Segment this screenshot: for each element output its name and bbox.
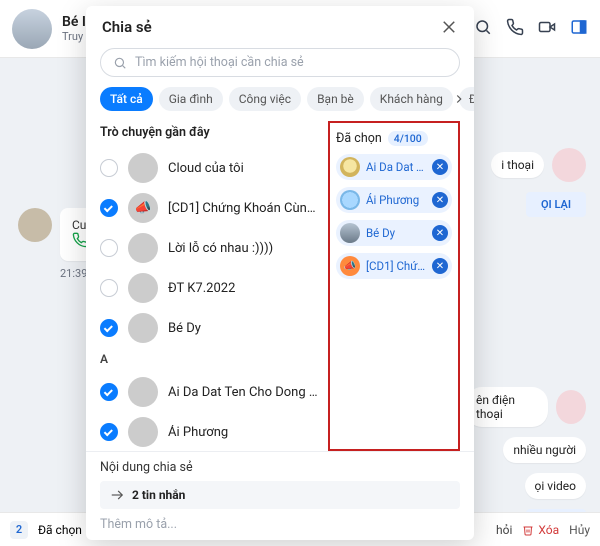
avatar-icon xyxy=(128,313,158,343)
chip-avatar-icon xyxy=(340,190,360,210)
chip-avatar-icon xyxy=(340,223,360,243)
side-chip: ên điện thoại xyxy=(466,387,548,427)
chip-label: Ái Phương xyxy=(366,193,426,207)
avatar-cloud-icon xyxy=(128,153,158,183)
selected-chip: Bé Dy ✕ xyxy=(336,220,452,246)
conversation-name: Cloud của tôi xyxy=(168,161,244,176)
panel-toggle-icon[interactable] xyxy=(570,18,588,40)
side-chip: ọi video xyxy=(525,473,586,499)
chip-label: [CD1] Chứn... xyxy=(366,259,426,273)
selected-count: 4/100 xyxy=(388,131,428,146)
modal-title: Chia sẻ xyxy=(102,18,152,36)
chip-avatar-icon xyxy=(340,256,360,276)
trash-icon xyxy=(522,524,534,536)
conversation-name: Bé Dy xyxy=(168,321,201,336)
recent-section-title: Trò chuyện gần đây xyxy=(100,125,318,140)
message-avatar xyxy=(18,208,52,242)
attachment-chip[interactable]: 2 tin nhắn xyxy=(100,481,460,509)
side-chip: i thoại xyxy=(491,152,544,178)
checkbox[interactable] xyxy=(100,279,118,297)
conversation-name: [CD1] Chứng Khoán Cùng NMT xyxy=(168,201,318,216)
close-button[interactable] xyxy=(440,18,458,36)
conversation-row[interactable]: Lời lỗ có nhau :)))) xyxy=(100,228,318,268)
avatar-icon xyxy=(128,273,158,303)
search-field[interactable] xyxy=(100,48,460,77)
conversation-row[interactable]: Bé Dy xyxy=(100,308,318,348)
selection-count-badge: 2 xyxy=(10,521,28,539)
conversation-row[interactable]: [CD1] Chứng Khoán Cùng NMT xyxy=(100,188,318,228)
tab-all[interactable]: Tất cả xyxy=(100,87,153,111)
chip-label: Bé Dy xyxy=(366,226,426,240)
cancel-button[interactable]: Hủy xyxy=(569,523,590,537)
checkbox[interactable] xyxy=(100,383,118,401)
chip-remove-button[interactable]: ✕ xyxy=(432,258,448,274)
callback-button[interactable]: ỌI LẠI xyxy=(526,192,586,217)
checkbox[interactable] xyxy=(100,423,118,441)
selected-chip: Ai Da Dat T... ✕ xyxy=(336,154,452,180)
selected-label: Đã chọn xyxy=(336,131,382,146)
avatar-megaphone-icon xyxy=(128,193,158,223)
attachment-text: 2 tin nhắn xyxy=(132,488,185,502)
selected-panel: Đã chọn 4/100 Ai Da Dat T... ✕ Ái Phương… xyxy=(328,121,460,451)
chat-avatar xyxy=(12,9,52,49)
avatar-group-icon xyxy=(128,233,158,263)
tabs-scroll-right[interactable] xyxy=(452,91,466,110)
conversation-row[interactable]: Ái Phương xyxy=(100,412,318,451)
tab-work[interactable]: Công việc xyxy=(229,87,301,111)
video-icon[interactable] xyxy=(538,18,556,40)
ask-button[interactable]: hỏi xyxy=(496,523,512,537)
checkbox[interactable] xyxy=(100,239,118,257)
filter-tabs: Tất cả Gia đình Công việc Bạn bè Khách h… xyxy=(86,87,474,121)
checkbox[interactable] xyxy=(100,319,118,337)
selected-chip: [CD1] Chứn... ✕ xyxy=(336,253,452,279)
chevron-right-icon xyxy=(452,92,466,106)
chip-remove-button[interactable]: ✕ xyxy=(432,192,448,208)
side-avatar xyxy=(556,390,586,424)
conversation-row[interactable]: Ai Da Dat Ten Cho Dong Song ... xyxy=(100,372,318,412)
close-icon xyxy=(440,18,458,36)
share-modal: Chia sẻ Tất cả Gia đình Công việc Bạn bè… xyxy=(86,6,474,540)
search-input[interactable] xyxy=(135,55,447,70)
alpha-header: A xyxy=(100,352,318,366)
delete-button[interactable]: Xóa xyxy=(522,523,559,537)
content-label: Nội dung chia sẻ xyxy=(100,460,460,475)
side-avatar xyxy=(552,148,586,182)
side-chip: nhiều người xyxy=(503,437,586,463)
selected-chip: Ái Phương ✕ xyxy=(336,187,452,213)
chip-remove-button[interactable]: ✕ xyxy=(432,159,448,175)
conversation-row[interactable]: Cloud của tôi xyxy=(100,148,318,188)
conversation-name: Lời lỗ có nhau :)))) xyxy=(168,241,273,256)
phone-icon[interactable] xyxy=(506,18,524,40)
avatar-icon xyxy=(128,417,158,447)
tab-customers[interactable]: Khách hàng xyxy=(370,87,453,111)
tab-family[interactable]: Gia đình xyxy=(159,87,223,111)
selection-label: Đã chọn xyxy=(38,523,82,537)
conversation-name: Ai Da Dat Ten Cho Dong Song ... xyxy=(168,385,318,400)
forward-icon xyxy=(110,488,124,502)
description-input-placeholder[interactable]: Thêm mô tả... xyxy=(100,517,460,532)
avatar-icon xyxy=(128,377,158,407)
conversation-row[interactable]: ĐT K7.2022 xyxy=(100,268,318,308)
conversation-name: Ái Phương xyxy=(168,425,228,440)
checkbox[interactable] xyxy=(100,159,118,177)
search-icon[interactable] xyxy=(474,18,492,40)
chip-remove-button[interactable]: ✕ xyxy=(432,225,448,241)
chip-label: Ai Da Dat T... xyxy=(366,160,426,174)
chip-avatar-icon xyxy=(340,157,360,177)
checkbox[interactable] xyxy=(100,199,118,217)
search-icon xyxy=(113,56,127,70)
tab-friends[interactable]: Bạn bè xyxy=(307,87,364,111)
conversation-name: ĐT K7.2022 xyxy=(168,281,235,296)
